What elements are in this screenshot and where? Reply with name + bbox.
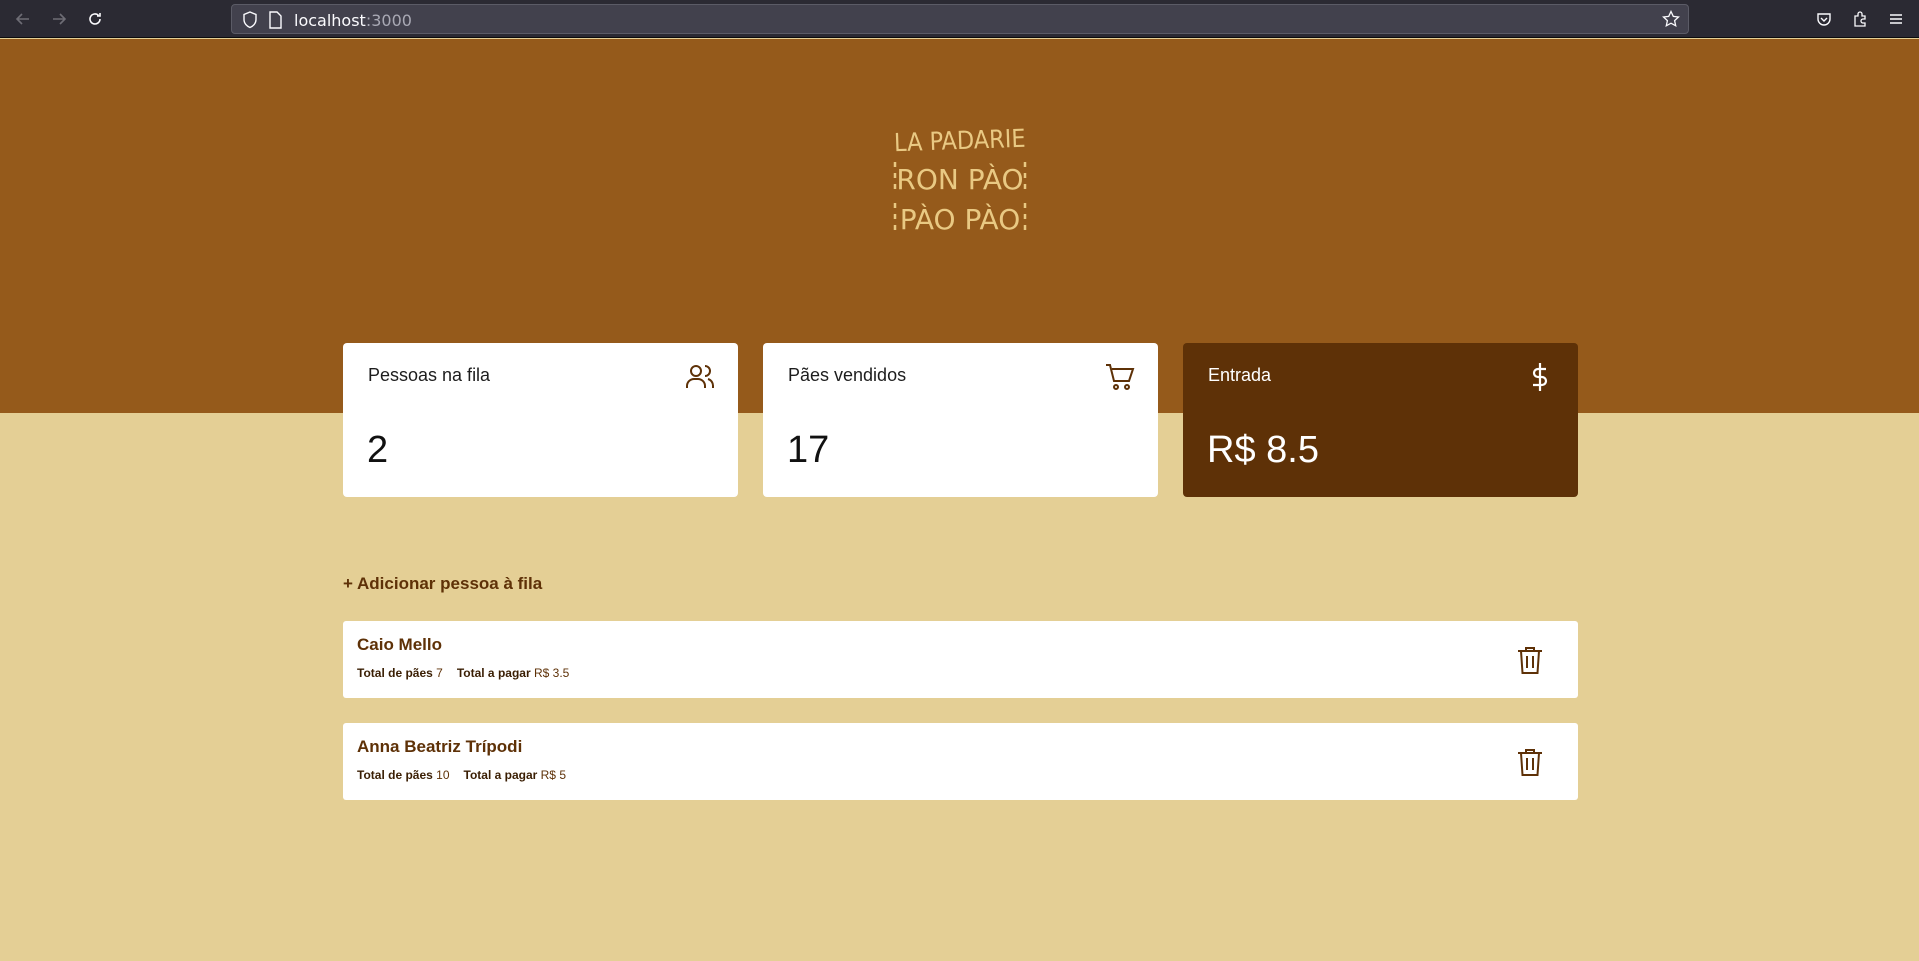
- queue-item: Caio Mello Total de pães 7 Total a pagar …: [343, 621, 1578, 698]
- brand-logo: LA PADARIE RON PÀO PÀO PÀO: [893, 124, 1027, 236]
- pocket-button[interactable]: [1813, 8, 1835, 30]
- reload-icon: [89, 13, 101, 25]
- reload-button[interactable]: [84, 8, 106, 30]
- url-text: localhost:3000: [294, 11, 412, 30]
- arrow-right-icon: [53, 13, 67, 25]
- pay-total-value: R$ 3.5: [533, 666, 570, 680]
- queue-count-title: Pessoas na fila: [368, 365, 491, 385]
- breads-sold-value: 17: [787, 429, 830, 471]
- income-title: Entrada: [1208, 365, 1272, 385]
- svg-text:PÀO PÀO: PÀO PÀO: [900, 202, 1021, 236]
- shield-icon: [243, 11, 257, 29]
- breads-sold-title: Pães vendidos: [788, 365, 907, 385]
- extensions-button[interactable]: [1849, 8, 1871, 30]
- breads-sold-card: Pães vendidos 17: [763, 343, 1158, 497]
- dollar-icon: [1532, 363, 1548, 391]
- hamburger-icon: [1890, 14, 1902, 24]
- page-icon: [269, 11, 282, 29]
- menu-button[interactable]: [1885, 8, 1907, 30]
- svg-text:LA PADARIE: LA PADARIE: [893, 124, 1026, 158]
- address-bar[interactable]: localhost:3000: [231, 4, 1689, 34]
- puzzle-icon: [1854, 11, 1866, 27]
- trash-icon[interactable]: [1516, 747, 1544, 777]
- bread-total-label: Total de pães: [357, 666, 433, 680]
- pay-total-label: Total a pagar: [456, 666, 531, 680]
- arrow-left-icon: [15, 13, 29, 25]
- bread-total-value: 7: [436, 666, 443, 680]
- customer-details: Total de pães 7 Total a pagar R$ 3.5: [357, 666, 569, 680]
- add-person-button[interactable]: + Adicionar pessoa à fila: [343, 574, 542, 594]
- queue-count-card: Pessoas na fila 2: [343, 343, 738, 497]
- queue-count-value: 2: [367, 429, 389, 471]
- svg-text:RON PÀO: RON PÀO: [896, 162, 1023, 196]
- trash-icon[interactable]: [1516, 645, 1544, 675]
- customer-name: Anna Beatriz Trípodi: [357, 737, 523, 756]
- income-value: R$ 8.5: [1207, 429, 1319, 471]
- users-icon: [686, 365, 714, 388]
- pay-total-label: Total a pagar: [463, 768, 538, 782]
- pocket-icon: [1817, 13, 1831, 26]
- customer-name: Caio Mello: [357, 635, 443, 654]
- pay-total-value: R$ 5: [540, 768, 566, 782]
- back-button[interactable]: [12, 8, 34, 30]
- forward-button[interactable]: [48, 8, 70, 30]
- bread-total-value: 10: [436, 768, 450, 782]
- bread-total-label: Total de pães: [357, 768, 433, 782]
- queue-item: Anna Beatriz Trípodi Total de pães 10 Tot…: [343, 723, 1578, 800]
- customer-details: Total de pães 10 Total a pagar R$ 5: [357, 768, 566, 782]
- cart-icon: [1106, 364, 1135, 390]
- income-card: Entrada R$ 8.5: [1183, 343, 1578, 497]
- star-icon[interactable]: [1662, 10, 1680, 28]
- browser-toolbar: localhost:3000: [0, 0, 1919, 38]
